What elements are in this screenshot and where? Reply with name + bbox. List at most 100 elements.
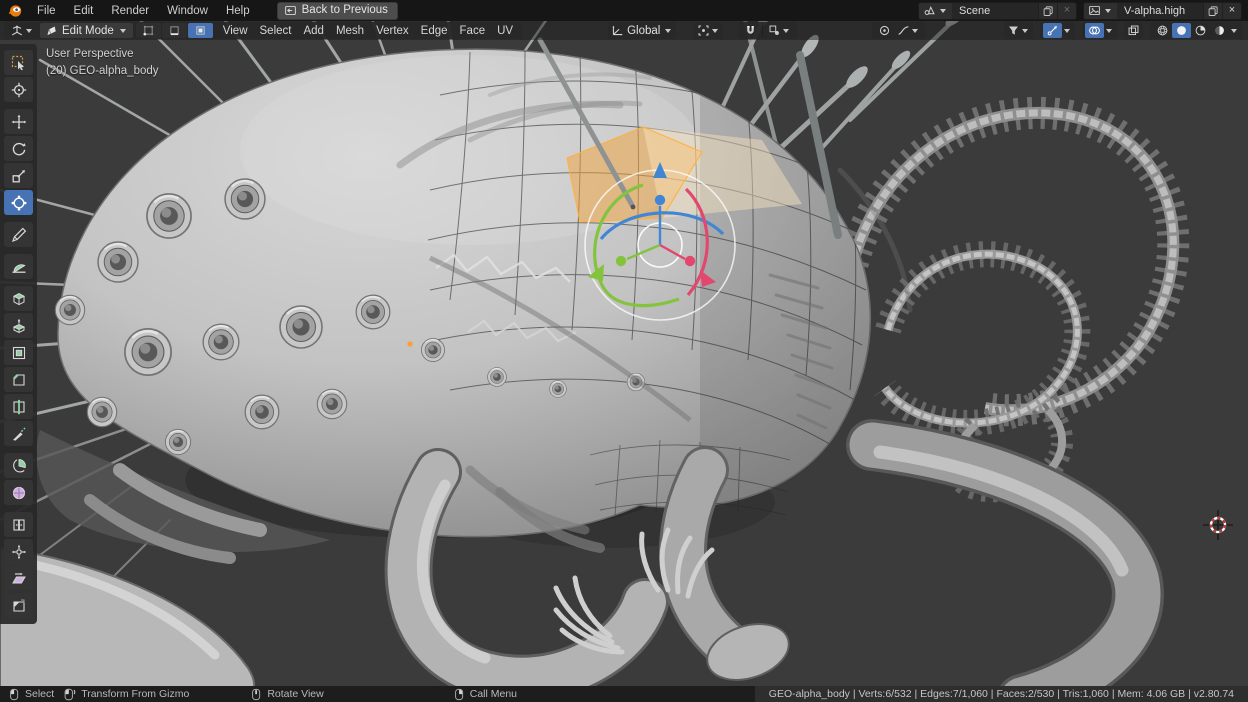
shading-rendered-button[interactable] (1210, 23, 1229, 38)
pivot-point-dropdown[interactable] (694, 22, 723, 39)
hint-label: Select (25, 688, 54, 700)
menu-select[interactable]: Select (254, 24, 298, 38)
tool-loop-cut-button[interactable] (4, 394, 33, 419)
tool-extrude-region-button[interactable] (4, 313, 33, 338)
gizmo-handle-y[interactable] (616, 256, 626, 266)
tool-annotate-button[interactable] (4, 222, 33, 247)
show-gizmos-toggle[interactable] (1043, 23, 1062, 38)
gizmo-icon (1046, 24, 1059, 37)
view-layer-new-button[interactable] (1203, 3, 1222, 19)
menu-render[interactable]: Render (102, 3, 158, 19)
gizmo-handle-x[interactable] (685, 256, 695, 266)
tool-spin-button[interactable] (4, 453, 33, 478)
tool-select-box-button[interactable] (4, 50, 33, 75)
hint-select: Select (9, 688, 54, 701)
shading-wireframe-button[interactable] (1153, 23, 1172, 38)
shrink-fatten-icon (11, 544, 27, 560)
material-preview-icon (1194, 24, 1207, 37)
magnet-icon (744, 24, 757, 37)
edge-select-mode-button[interactable] (162, 23, 187, 38)
xray-toggle[interactable] (1124, 22, 1143, 39)
tool-shear-button[interactable] (4, 566, 33, 591)
shading-material-button[interactable] (1191, 23, 1210, 38)
duplicate-icon (1207, 5, 1219, 17)
scene-unlink-button[interactable]: × (1057, 3, 1076, 19)
extrude-region-icon (11, 318, 27, 334)
show-overlays-toggle[interactable] (1085, 23, 1104, 38)
menu-edit[interactable]: Edit (65, 3, 103, 19)
editor-type-button[interactable] (7, 23, 37, 38)
close-icon: × (1229, 5, 1235, 16)
menu-vertex[interactable]: Vertex (370, 24, 415, 38)
mode-selector[interactable]: Edit Mode (40, 23, 133, 38)
chevron-down-icon (1231, 29, 1237, 33)
bevel-icon (11, 372, 27, 388)
measure-icon (11, 259, 27, 275)
snap-target-icon (768, 24, 781, 37)
gizmo-handle-z[interactable] (655, 195, 665, 205)
back-to-previous-label: Back to Previous (302, 4, 388, 16)
menu-file[interactable]: File (28, 3, 65, 19)
menu-uv[interactable]: UV (491, 24, 519, 38)
shading-solid-button[interactable] (1172, 23, 1191, 38)
face-select-mode-button[interactable] (188, 23, 213, 38)
selected-vertex-dot (407, 341, 412, 346)
menu-mesh[interactable]: Mesh (330, 24, 370, 38)
viewport-3d[interactable] (0, 0, 1248, 702)
snap-target-dropdown[interactable] (765, 23, 794, 38)
inset-faces-icon (11, 345, 27, 361)
menu-help[interactable]: Help (217, 3, 259, 19)
menu-add[interactable]: Add (297, 24, 329, 38)
tool-knife-button[interactable] (4, 421, 33, 446)
lmb-drag-icon (64, 688, 76, 701)
scene-icon (923, 4, 936, 17)
scene-selector: Scene × (918, 2, 1077, 20)
mode-label: Edit Mode (62, 25, 114, 37)
falloff-dropdown[interactable] (894, 23, 923, 38)
view-layer-icon (1088, 4, 1101, 17)
scene-browse-button[interactable] (919, 3, 952, 19)
menu-view[interactable]: View (217, 24, 254, 38)
orientation-label: Global (624, 25, 663, 37)
tool-transform-button[interactable] (4, 190, 33, 215)
scene-new-button[interactable] (1038, 3, 1057, 19)
tool-scale-button[interactable] (4, 163, 33, 188)
proportional-edit-toggle[interactable] (875, 23, 894, 38)
tool-smooth-button[interactable] (4, 480, 33, 505)
shear-icon (11, 571, 27, 587)
chevron-down-icon (665, 29, 671, 33)
vertex-select-mode-button[interactable] (136, 23, 161, 38)
proportional-edit-icon (878, 24, 891, 37)
viewport-header: Edit Mode View Select Add Mesh Vertex Ed… (0, 21, 1248, 40)
tool-add-cube-button[interactable] (4, 286, 33, 311)
select-mode-group (136, 23, 213, 38)
tool-cursor-button[interactable] (4, 77, 33, 102)
back-to-previous-button[interactable]: Back to Previous (277, 2, 398, 20)
blender-logo-icon[interactable] (6, 3, 24, 19)
tool-bevel-button[interactable] (4, 367, 33, 392)
edge-slide-icon (11, 517, 27, 533)
menu-edge[interactable]: Edge (415, 24, 454, 38)
chevron-down-icon (1106, 29, 1112, 33)
view-layer-selector: V-alpha.high × (1083, 2, 1242, 20)
tool-rip-region-button[interactable] (4, 593, 33, 618)
view-layer-browse-button[interactable] (1084, 3, 1117, 19)
view-layer-name-field[interactable]: V-alpha.high (1117, 5, 1203, 17)
menu-window[interactable]: Window (158, 3, 217, 19)
visibility-filter-dropdown[interactable] (1004, 22, 1033, 39)
tool-rotate-button[interactable] (4, 136, 33, 161)
tool-shrink-fatten-button[interactable] (4, 539, 33, 564)
menu-face[interactable]: Face (454, 24, 492, 38)
tool-edge-slide-button[interactable] (4, 512, 33, 537)
orientation-dropdown[interactable]: Global (608, 22, 676, 39)
tool-measure-button[interactable] (4, 254, 33, 279)
view-layer-remove-button[interactable]: × (1222, 3, 1241, 19)
scene-name-field[interactable]: Scene (952, 5, 1038, 17)
spin-icon (11, 458, 27, 474)
tool-inset-faces-button[interactable] (4, 340, 33, 365)
chevron-down-icon (1105, 9, 1111, 13)
chevron-down-icon (940, 9, 946, 13)
snap-toggle-button[interactable] (741, 23, 760, 38)
tool-move-button[interactable] (4, 109, 33, 134)
hint-label: Rotate View (267, 688, 323, 700)
